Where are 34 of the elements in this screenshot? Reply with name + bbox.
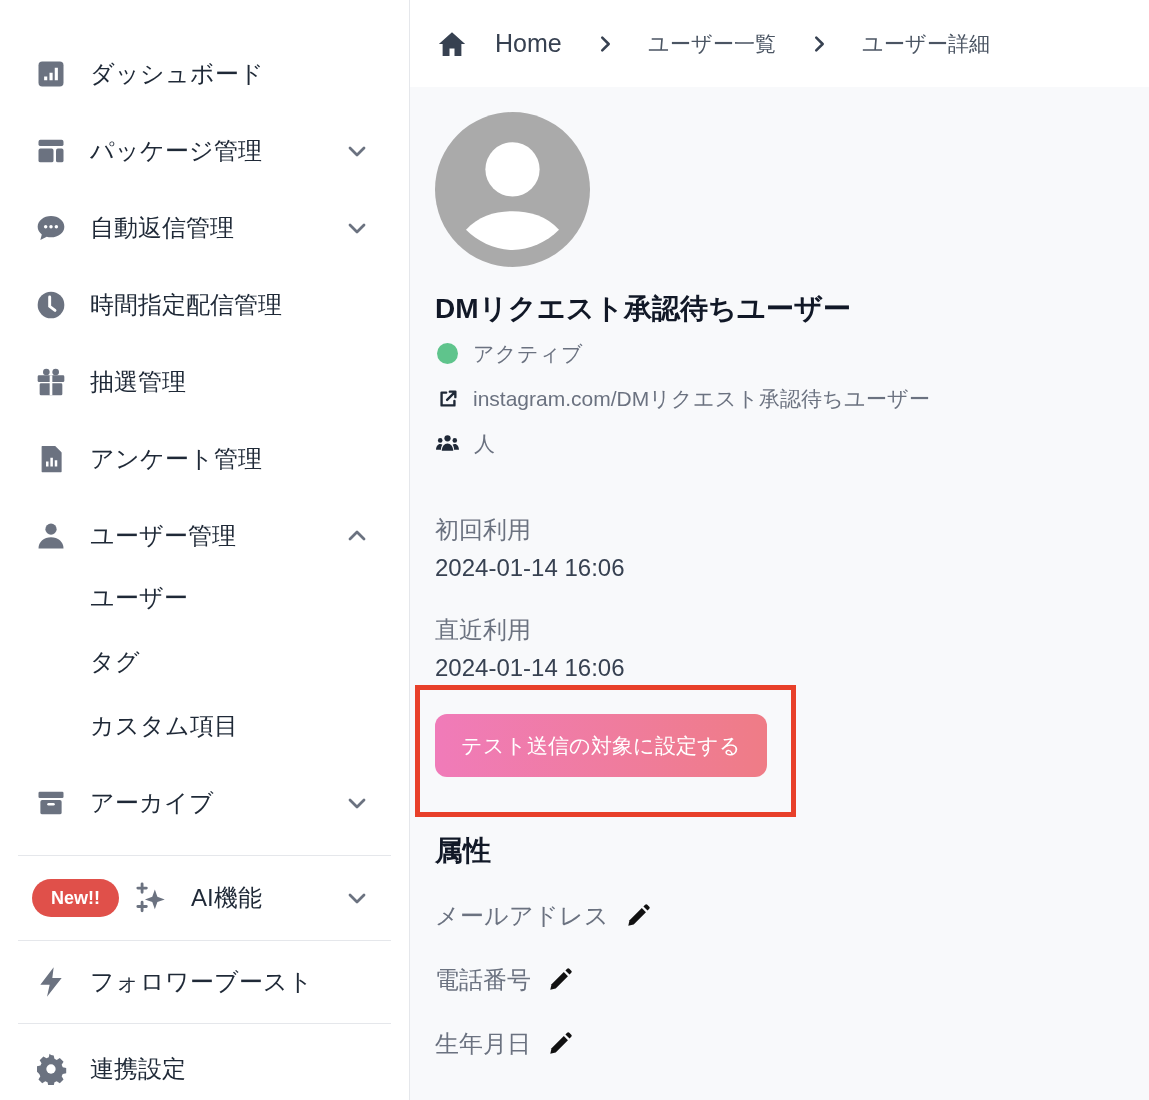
edit-pencil-icon[interactable] bbox=[547, 967, 573, 993]
edit-pencil-icon[interactable] bbox=[625, 903, 651, 929]
sidebar-item[interactable]: 時間指定配信管理 bbox=[0, 266, 409, 343]
usage-value: 2024-01-14 16:06 bbox=[435, 653, 626, 683]
usage-label: 初回利用 bbox=[435, 515, 532, 545]
sidebar-item[interactable]: 連携設定 bbox=[0, 1024, 409, 1100]
edit-pencil-icon[interactable] bbox=[547, 1031, 573, 1057]
breadcrumb-link[interactable]: ユーザー一覧 bbox=[647, 27, 776, 60]
attribute-label: 電話番号 bbox=[435, 965, 531, 995]
section-title: 属性 bbox=[435, 834, 492, 868]
profile-link[interactable]: instagram.com/DMリクエスト承認待ちユーザー bbox=[473, 382, 931, 415]
sidebar-item[interactable]: アーカイブ bbox=[0, 764, 409, 841]
follower-count: 人 bbox=[474, 430, 495, 457]
sidebar-subitem[interactable]: タグ bbox=[0, 630, 409, 694]
sidebar-item[interactable]: アンケート管理 bbox=[0, 420, 409, 497]
sidebar-item[interactable]: 抽選管理 bbox=[0, 343, 409, 420]
avatar-icon bbox=[435, 112, 590, 267]
sidebar-item[interactable]: ダッシュボード bbox=[0, 35, 409, 112]
sidebar-item[interactable]: New!! AI機能 bbox=[0, 856, 409, 940]
sidebar-subitem[interactable]: カスタム項目 bbox=[0, 694, 409, 758]
usage-value: 2024-01-14 16:06 bbox=[435, 553, 626, 583]
new-badge: New!! bbox=[32, 879, 119, 917]
external-link-icon bbox=[437, 387, 459, 410]
user-name: DMリクエスト承認待ちユーザー bbox=[435, 292, 852, 326]
sidebar-item[interactable]: フォロワーブースト bbox=[0, 941, 409, 1023]
attribute-label: 生年月日 bbox=[435, 1029, 531, 1059]
attribute-label: メールアドレス bbox=[435, 901, 609, 931]
sidebar-item[interactable]: 自動返信管理 bbox=[0, 189, 409, 266]
status-label: アクティブ bbox=[473, 340, 583, 367]
usage-label: 直近利用 bbox=[435, 615, 532, 645]
gear-icon bbox=[34, 1053, 68, 1085]
breadcrumb-link[interactable]: ユーザー詳細 bbox=[861, 27, 990, 60]
breadcrumb-link[interactable]: Home bbox=[495, 24, 562, 63]
sidebar-item[interactable]: パッケージ管理 bbox=[0, 112, 409, 189]
